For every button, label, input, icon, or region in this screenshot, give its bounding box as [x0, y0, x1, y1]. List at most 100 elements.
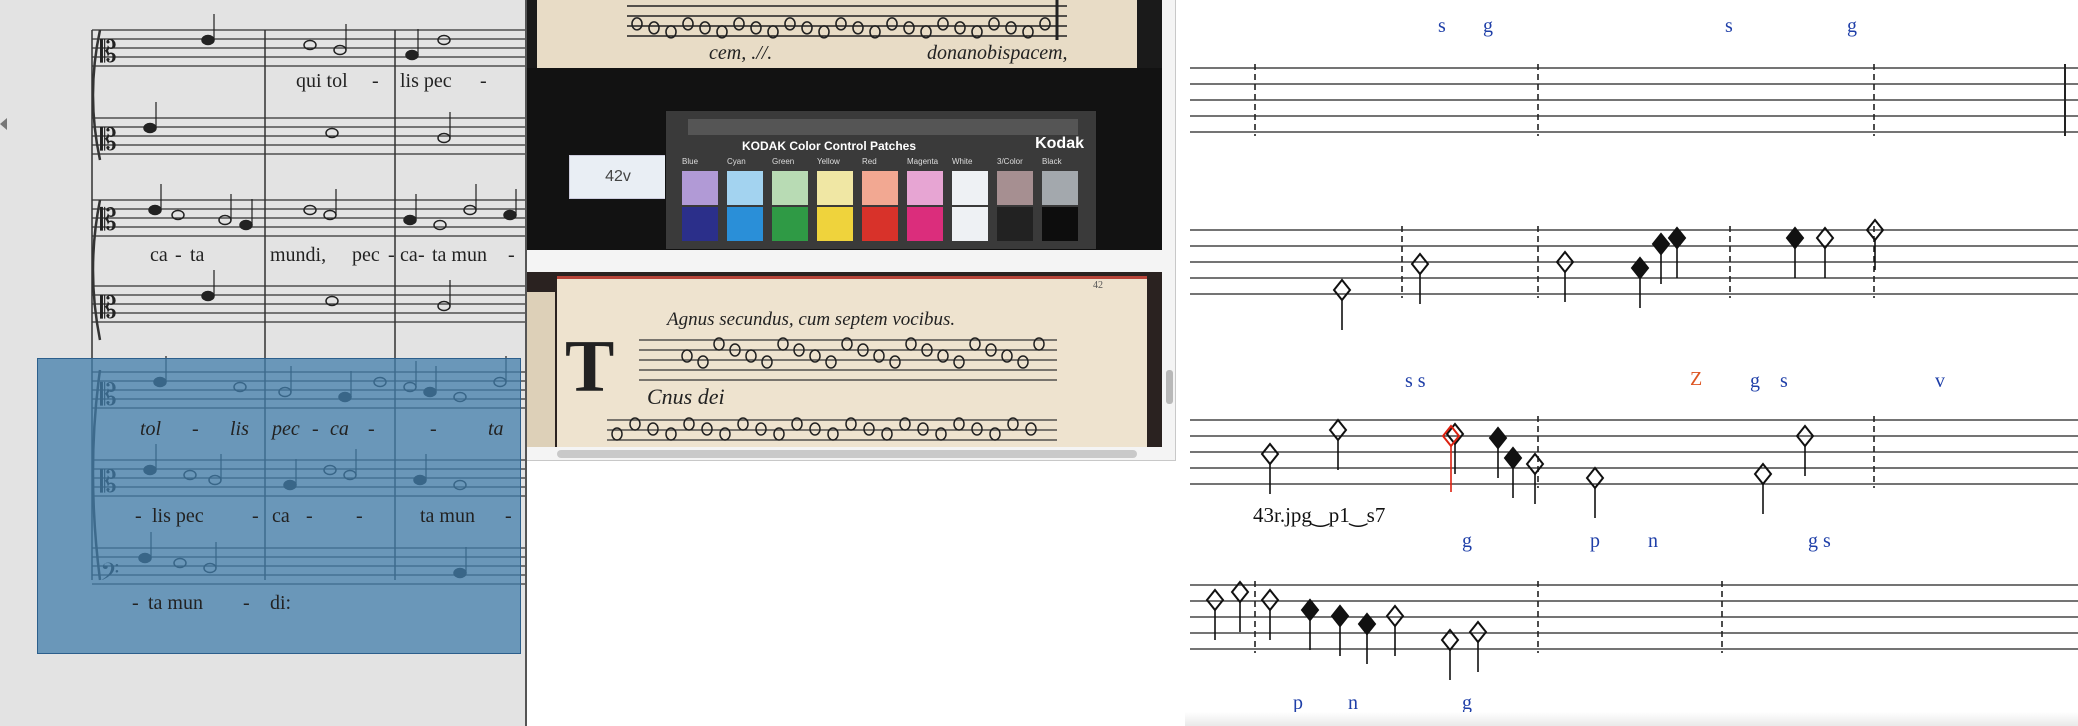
lyric-text: di:	[270, 592, 292, 614]
lyric-hyphen: -	[372, 70, 379, 92]
alto-clef-icon: 𝄡	[100, 35, 117, 70]
annotation-tag[interactable]: s	[1780, 370, 1788, 393]
mensural-note	[1815, 226, 1835, 250]
lyric-text: ta mun	[148, 592, 203, 614]
lyric-hyphen: -	[480, 70, 487, 92]
lyric-text: ca	[150, 244, 168, 266]
mensural-note	[1468, 620, 1488, 644]
vertical-scrollbar[interactable]	[1166, 370, 1173, 404]
note-head	[148, 204, 162, 216]
note-head	[437, 132, 451, 144]
chant-note	[971, 422, 983, 436]
chant-note	[801, 21, 813, 35]
patch-label: 3/Color	[997, 157, 1023, 166]
manuscript-viewer[interactable]: cem, .//. donanobispacem, 42v KODAK Colo…	[527, 0, 1176, 461]
patch-label: Magenta	[907, 157, 939, 166]
mensural-note	[1753, 462, 1773, 486]
annotation-tag[interactable]: s	[1438, 15, 1446, 38]
chant-note	[825, 355, 837, 369]
lyric-hyphen: -	[505, 505, 512, 527]
patch-label: Cyan	[727, 157, 746, 166]
chant-note	[701, 422, 713, 436]
note-head	[201, 34, 215, 46]
annotation-tag[interactable]: n	[1648, 530, 1658, 553]
note-head	[239, 219, 253, 231]
chant-note	[1017, 355, 1029, 369]
annotation-tag[interactable]: g	[1847, 15, 1857, 38]
mensural-note	[1410, 252, 1430, 276]
lyric-hyphen: -	[135, 505, 142, 527]
color-patch	[727, 171, 763, 205]
annotation-tag[interactable]: g	[1750, 370, 1760, 393]
color-patch	[862, 207, 898, 241]
chant-note	[937, 17, 949, 31]
annotation-tag[interactable]: g	[1483, 15, 1493, 38]
manuscript-image-bottom[interactable]: Agnus secundus, cum septem vocibus. 42 T…	[527, 272, 1162, 447]
color-calibration-card: KODAK Color Control Patches Kodak Blue Cy…	[665, 110, 1097, 250]
lyric-hyphen: -	[430, 418, 437, 440]
note-head	[218, 214, 232, 226]
lyric-text: tol	[140, 418, 162, 440]
lyric-text: ca	[400, 244, 418, 266]
lyric-text: pec	[272, 418, 300, 440]
mensural-note	[1651, 232, 1671, 256]
lyric-hyphen: -	[306, 505, 313, 527]
lyric-text: ta mun	[420, 505, 475, 527]
color-patch	[862, 171, 898, 205]
chant-note	[631, 17, 643, 31]
note-head	[437, 34, 451, 46]
score-panel: 𝄡 𝄡 𝄡 𝄡 𝄡 𝄡 𝄢 qui tol - lis pec - ca - t…	[0, 0, 527, 726]
annotation-tag[interactable]: s	[1725, 15, 1733, 38]
chant-note	[903, 21, 915, 35]
annotation-tag[interactable]: g	[1462, 530, 1472, 553]
lyric-hyphen: -	[356, 505, 363, 527]
chant-note	[697, 355, 709, 369]
annotation-tag-alert[interactable]: Z	[1690, 368, 1702, 391]
mensural-note	[1260, 588, 1280, 612]
lyric-hyphen: -	[508, 244, 515, 266]
color-patch	[817, 207, 853, 241]
chant-note	[886, 17, 898, 31]
chant-note	[1025, 422, 1037, 436]
horizontal-scrollbar[interactable]	[557, 450, 1137, 458]
mensural-note	[1330, 604, 1350, 628]
chant-note	[953, 355, 965, 369]
chant-note	[809, 422, 821, 436]
lyric-text: pec	[352, 244, 380, 266]
mensural-note	[1488, 426, 1508, 450]
mensural-note	[1585, 466, 1605, 490]
chant-note	[852, 21, 864, 35]
chant-note	[682, 17, 694, 31]
mensural-note	[1503, 446, 1523, 470]
note-head	[503, 209, 517, 221]
color-patch	[772, 171, 808, 205]
patch-label: Black	[1042, 157, 1062, 166]
kodak-logo: Kodak	[1035, 135, 1084, 152]
annotation-tag[interactable]: v	[1935, 370, 1945, 393]
color-patch	[907, 207, 943, 241]
chant-note	[988, 17, 1000, 31]
annotation-tag[interactable]: g s	[1808, 530, 1831, 553]
lyric-hyphen: -	[175, 244, 182, 266]
color-patch	[682, 207, 718, 241]
chant-note	[647, 422, 659, 436]
alto-clef-icon: 𝄡	[100, 203, 117, 238]
color-patch	[772, 207, 808, 241]
lyric-text: lis pec	[152, 505, 204, 527]
mensural-staves	[1190, 64, 2078, 680]
lyric-text: ca	[330, 418, 349, 440]
folio-label: 42v	[569, 155, 667, 199]
lyric-hyphen: -	[243, 592, 250, 614]
annotation-tag[interactable]: s s	[1405, 370, 1426, 393]
alto-clef-icon: 𝄡	[100, 291, 117, 326]
mensural-note	[1328, 418, 1348, 442]
lyric-hyphen: -	[252, 505, 259, 527]
note-head	[333, 44, 347, 56]
annotation-tag[interactable]: p	[1590, 530, 1600, 553]
chant-note	[761, 355, 773, 369]
mensural-note	[1205, 588, 1225, 612]
manuscript-image-top[interactable]: cem, .//. donanobispacem, 42v KODAK Colo…	[527, 0, 1162, 250]
lyric-text: qui tol	[296, 70, 348, 92]
patch-label: Red	[862, 157, 877, 166]
mensural-note	[1385, 604, 1405, 628]
